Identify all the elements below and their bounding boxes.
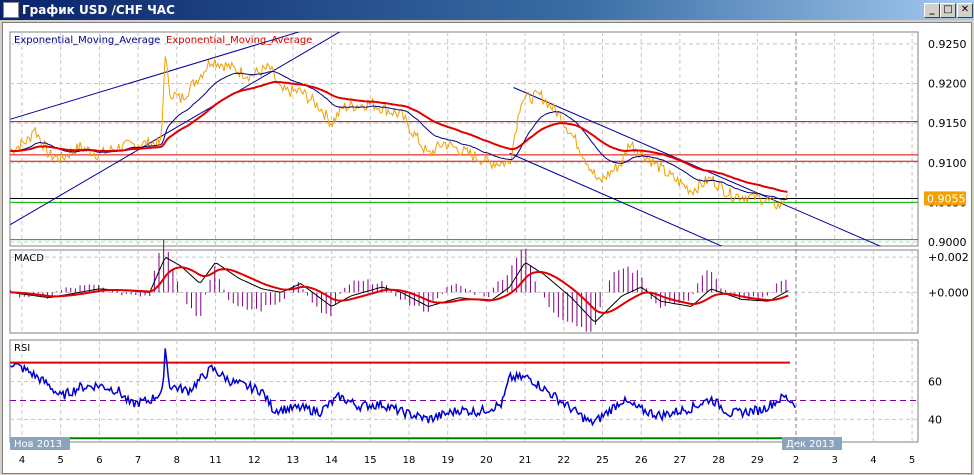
month-label: Дек 2013 [786, 439, 835, 450]
y-tick-label: 60 [928, 376, 942, 389]
x-tick-label: 28 [712, 455, 725, 466]
x-tick-label: 3 [832, 455, 838, 466]
x-tick-label: 5 [58, 455, 64, 466]
y-tick-label: 0.9000 [928, 236, 967, 249]
y-tick-label: 0.9200 [928, 78, 967, 91]
x-tick-label: 15 [364, 455, 377, 466]
y-tick-label: 0.9250 [928, 38, 967, 51]
y-tick-label: 0.9100 [928, 157, 967, 170]
x-tick-label: 2 [793, 455, 799, 466]
rsi-label: RSI [14, 343, 30, 354]
x-tick-label: 25 [596, 455, 609, 466]
x-tick-label: 29 [751, 455, 764, 466]
y-tick-label: +0.002 [928, 251, 969, 264]
x-tick-label: 13 [287, 455, 300, 466]
x-tick-label: 20 [480, 455, 493, 466]
x-tick-label: 6 [96, 455, 102, 466]
panel-2 [9, 339, 919, 443]
legend-ema-1: Exponential_Moving_Average [14, 35, 160, 46]
x-tick-label: 14 [325, 455, 338, 466]
x-tick-label: 26 [635, 455, 648, 466]
macd-label: MACD [14, 253, 44, 264]
month-label: Нов 2013 [14, 439, 62, 450]
x-tick-label: 22 [557, 455, 570, 466]
y-tick-label: 0.9150 [928, 117, 967, 130]
x-tick-label: 18 [403, 455, 416, 466]
last-price-label: 0.9055 [927, 192, 966, 205]
y-tick-label: +0.000 [928, 286, 969, 299]
x-tick-label: 7 [135, 455, 141, 466]
y-tick-label: 40 [928, 413, 942, 426]
x-tick-label: 5 [909, 455, 915, 466]
x-tick-label: 8 [174, 455, 180, 466]
panel-0 [9, 31, 919, 247]
x-tick-label: 19 [441, 455, 454, 466]
x-tick-label: 12 [248, 455, 261, 466]
x-tick-label: 4 [870, 455, 876, 466]
x-tick-label: 27 [674, 455, 687, 466]
x-tick-label: 4 [19, 455, 25, 466]
legend-ema-2: Exponential_Moving_Average [166, 35, 312, 46]
x-tick-label: 21 [519, 455, 532, 466]
chart-canvas[interactable]: 4 5 6 7 8 11 12 13 14 15 18 19 20 21 22 25 26 27 28 29 2 3 4 5 0… [0, 0, 974, 475]
x-tick-label: 11 [209, 455, 222, 466]
